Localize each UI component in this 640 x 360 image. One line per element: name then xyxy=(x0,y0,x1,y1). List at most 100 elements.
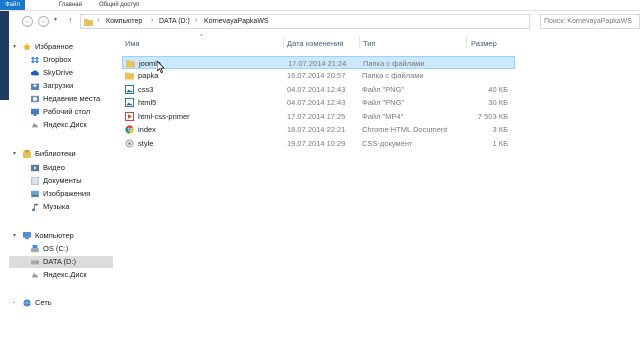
file-type: Файл "PNG" xyxy=(362,98,405,107)
nav-yandex-disk[interactable]: Яндекс.Диск xyxy=(9,269,113,281)
file-row-index[interactable]: index 18.07.2014 22:21 Chrome HTML Docum… xyxy=(122,123,515,136)
breadcrumb-separator[interactable]: › xyxy=(151,17,153,24)
breadcrumb-computer[interactable]: Компьютер xyxy=(106,18,142,25)
css-file-icon xyxy=(125,139,134,148)
nav-recent-places[interactable]: Недавние места xyxy=(9,93,113,105)
file-row-html5[interactable]: html5 04.07.2014 12:43 Файл "PNG" 30 КБ xyxy=(122,96,515,109)
search-input[interactable] xyxy=(541,15,639,28)
nav-desktop[interactable]: Рабочий стол xyxy=(9,106,113,118)
file-size: 40 КБ xyxy=(488,85,508,94)
collapse-icon[interactable]: ▾ xyxy=(13,148,16,160)
nav-skydrive[interactable]: SkyDrive xyxy=(9,67,113,79)
file-type: Файл "MP4" xyxy=(362,112,404,121)
file-size: 1 КБ xyxy=(492,139,508,148)
nav-documents[interactable]: Документы xyxy=(9,175,113,187)
file-date: 19.07.2014 10:29 xyxy=(287,139,346,148)
breadcrumb-drive-d[interactable]: DATA (D:) xyxy=(159,18,190,25)
forward-button[interactable]: → xyxy=(38,16,49,27)
folder-icon xyxy=(84,19,93,26)
file-row-css3[interactable]: css3 04.07.2014 12:43 Файл "PNG" 40 КБ xyxy=(122,83,515,96)
nav-label: Рабочий стол xyxy=(43,107,91,116)
nav-label: SkyDrive xyxy=(43,68,74,77)
nav-label: Библиотеки xyxy=(35,149,76,158)
downloads-icon xyxy=(31,82,39,90)
collapse-icon[interactable]: ▾ xyxy=(13,41,16,53)
address-toolbar: ← → ▾ ↑ › Компьютер › DATA (D:) › Kornev… xyxy=(0,11,640,33)
file-date: 16.07.2014 20:57 xyxy=(287,71,346,80)
video-file-icon xyxy=(125,112,134,121)
breadcrumb-separator[interactable]: › xyxy=(97,17,99,24)
nav-label: Яндекс.Диск xyxy=(43,120,87,129)
yandex-disk-icon xyxy=(31,272,39,278)
nav-label: Загрузки xyxy=(43,81,74,90)
file-type: Chrome HTML Document xyxy=(362,125,448,134)
videos-icon xyxy=(31,164,39,172)
column-header-type[interactable]: Тип xyxy=(363,39,376,48)
computer-icon xyxy=(23,232,31,240)
network-icon xyxy=(23,299,31,307)
music-icon xyxy=(32,203,39,211)
file-row-style[interactable]: style 19.07.2014 10:29 CSS-документ 1 КБ xyxy=(122,137,515,150)
desktop-icon xyxy=(31,108,39,116)
nav-pictures[interactable]: Изображения xyxy=(9,188,113,200)
sort-indicator-icon: ^ xyxy=(200,34,203,40)
column-header-date[interactable]: Дата изменения xyxy=(287,39,343,48)
nav-yandex-disk-fav[interactable]: Яндекс.Диск xyxy=(9,119,113,131)
nav-label: OS (C:) xyxy=(43,244,69,253)
file-row-html-css-primer[interactable]: html-css-primer 17.07.2014 17:25 Файл "M… xyxy=(122,110,515,123)
column-header-size[interactable]: Размер xyxy=(471,39,497,48)
nav-label: Изображения xyxy=(43,189,91,198)
nav-label: Музыка xyxy=(43,202,70,211)
back-button[interactable]: ← xyxy=(22,16,33,27)
star-icon xyxy=(23,43,31,51)
nav-label: Сеть xyxy=(35,298,52,307)
up-button[interactable]: ↑ xyxy=(68,15,73,25)
nav-computer[interactable]: ▾ Компьютер xyxy=(9,230,113,242)
column-header-name[interactable]: Имя xyxy=(125,39,140,48)
breadcrumb-current-folder[interactable]: KornevayaPapkaWS xyxy=(204,18,269,25)
tab-home[interactable]: Главная xyxy=(59,0,82,10)
column-divider[interactable] xyxy=(359,37,360,49)
search-box[interactable] xyxy=(540,14,640,29)
nav-libraries[interactable]: ▾ Библиотеки xyxy=(9,148,113,160)
recent-places-icon xyxy=(31,95,39,103)
tab-file[interactable]: Файл xyxy=(0,0,25,10)
libraries-icon xyxy=(23,150,31,158)
nav-music[interactable]: Музыка xyxy=(9,201,113,213)
address-bar[interactable]: › Компьютер › DATA (D:) › KornevayaPapka… xyxy=(80,14,530,29)
image-file-icon xyxy=(125,85,134,94)
drive-icon xyxy=(31,260,39,265)
nav-dropbox[interactable]: Dropbox xyxy=(9,54,113,66)
file-type: Файл "PNG" xyxy=(362,85,405,94)
file-date: 04.07.2014 12:43 xyxy=(287,85,346,94)
nav-network[interactable]: › Сеть xyxy=(9,297,113,309)
nav-label: Компьютер xyxy=(35,231,74,240)
file-date: 18.07.2014 22:21 xyxy=(287,125,346,134)
documents-icon xyxy=(31,177,39,185)
breadcrumb-separator[interactable]: › xyxy=(195,17,197,24)
nav-drive-c[interactable]: OS (C:) xyxy=(9,243,113,255)
chrome-icon xyxy=(125,125,134,134)
nav-label: Недавние места xyxy=(43,94,101,103)
nav-label: DATA (D:) xyxy=(43,257,77,266)
column-divider[interactable] xyxy=(466,37,467,49)
nav-videos[interactable]: Видео xyxy=(9,162,113,174)
pictures-icon xyxy=(31,190,39,198)
file-type: Папка с файлами xyxy=(362,71,424,80)
folder-icon xyxy=(126,60,135,68)
file-date: 17.07.2014 17:25 xyxy=(287,112,346,121)
nav-downloads[interactable]: Загрузки xyxy=(9,80,113,92)
collapse-icon[interactable]: ▾ xyxy=(13,230,16,242)
recent-locations-dropdown-icon[interactable]: ▾ xyxy=(54,16,57,23)
nav-label: Яндекс.Диск xyxy=(43,270,87,279)
file-size: 7 503 КБ xyxy=(477,112,508,121)
tab-share[interactable]: Общий доступ xyxy=(99,0,139,10)
nav-drive-d[interactable]: DATA (D:) xyxy=(9,256,113,268)
column-divider[interactable] xyxy=(283,37,284,49)
yandex-disk-icon xyxy=(31,122,39,128)
nav-favorites[interactable]: ▾ Избранное xyxy=(9,41,113,53)
file-row-joomla[interactable]: joomla 17.07.2014 21:24 Папка с файлами xyxy=(122,56,515,69)
file-row-papka[interactable]: papka 16.07.2014 20:57 Папка с файлами xyxy=(122,69,515,82)
expand-icon[interactable]: › xyxy=(13,297,15,309)
ribbon-tabs: Файл Главная Общий доступ xyxy=(0,0,640,11)
